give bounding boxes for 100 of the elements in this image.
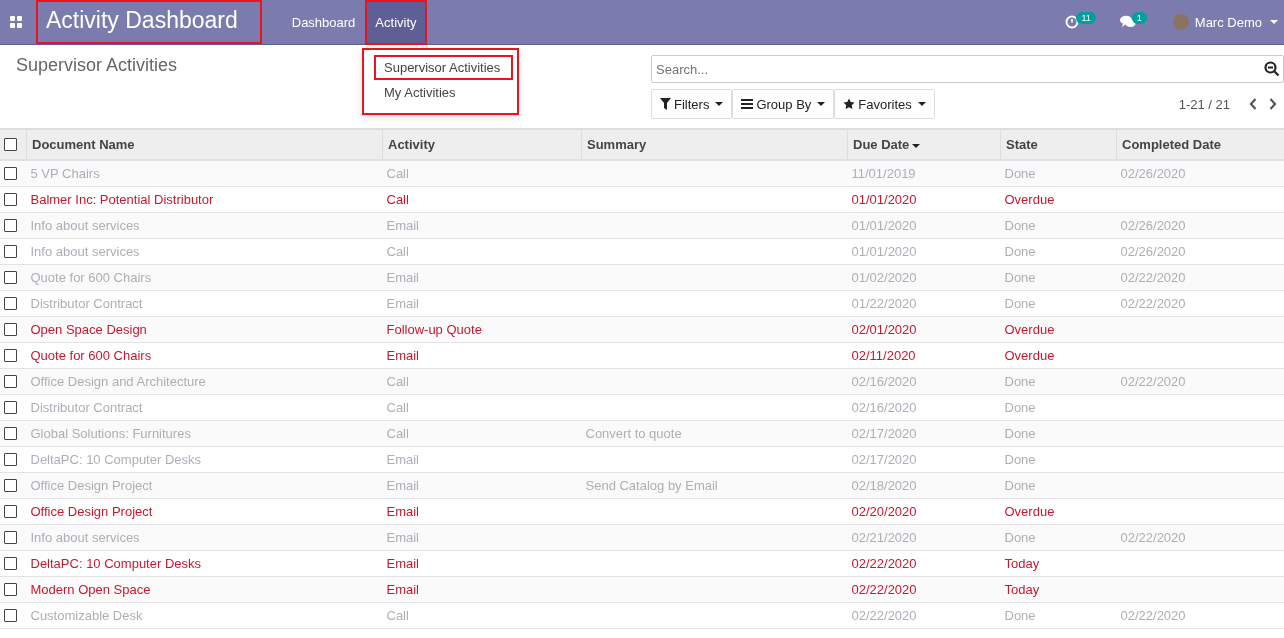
row-checkbox[interactable] xyxy=(4,349,17,362)
table-cell: Email xyxy=(386,530,419,545)
table-cell: 02/22/2020 xyxy=(851,556,917,571)
column-header[interactable]: Completed Date xyxy=(1116,130,1284,160)
toolbar-button[interactable]: Group By xyxy=(732,89,835,119)
table-cell: 02/26/2020 xyxy=(1120,218,1186,233)
table-cell: Overdue xyxy=(1004,348,1055,363)
column-header[interactable]: Due Date xyxy=(847,130,1001,160)
table-cell: Call xyxy=(386,400,409,415)
table-cell: 02/16/2020 xyxy=(851,374,917,389)
table-cell: Email xyxy=(386,348,419,363)
row-checkbox[interactable] xyxy=(4,557,17,570)
table-cell: Call xyxy=(386,426,409,441)
star-icon xyxy=(843,98,856,110)
table-cell: 02/17/2020 xyxy=(851,426,917,441)
dropdown-item[interactable]: My Activities xyxy=(374,80,513,105)
table-cell: Call xyxy=(386,244,409,259)
table-cell: Quote for 600 Chairs xyxy=(30,270,152,285)
table-cell: 02/16/2020 xyxy=(851,400,917,415)
table-cell: Done xyxy=(1004,426,1036,441)
previous-page-icon[interactable] xyxy=(1249,98,1257,110)
activity-count-badge: 11 xyxy=(1076,12,1096,24)
table-cell: Call xyxy=(386,166,409,181)
toolbar-button[interactable]: Favorites xyxy=(834,89,935,119)
table-cell: Done xyxy=(1004,166,1036,181)
table-cell: 02/22/2020 xyxy=(851,608,917,623)
pager-text: 1-21 / 21 xyxy=(1178,96,1230,112)
table-cell: Done xyxy=(1004,452,1036,467)
table-cell: 02/22/2020 xyxy=(851,582,917,597)
table-cell: 02/26/2020 xyxy=(1120,244,1186,259)
row-checkbox[interactable] xyxy=(4,245,17,258)
table-cell: Balmer Inc: Potential Distributor xyxy=(30,192,214,207)
clock-icon[interactable] xyxy=(1065,15,1080,29)
table-cell: Done xyxy=(1004,478,1036,493)
table-cell: Follow-up Quote xyxy=(386,322,482,337)
table-cell: Email xyxy=(386,478,419,493)
app-grid-icon[interactable] xyxy=(10,16,22,28)
row-checkbox[interactable] xyxy=(4,375,17,388)
table-cell: Send Catalog by Email xyxy=(585,478,718,493)
row-checkbox[interactable] xyxy=(4,453,17,466)
table-cell: Done xyxy=(1004,400,1036,415)
table-cell: Email xyxy=(386,218,419,233)
table-cell: Email xyxy=(386,452,419,467)
table-cell: Open Space Design xyxy=(30,322,147,337)
row-checkbox[interactable] xyxy=(4,323,17,336)
table-cell: 02/22/2020 xyxy=(1120,608,1186,623)
message-count-badge: 1 xyxy=(1131,12,1147,24)
column-header[interactable]: Summary xyxy=(581,130,848,160)
table-cell: Done xyxy=(1004,218,1036,233)
menu-item[interactable]: Dashboard xyxy=(281,0,366,45)
row-checkbox[interactable] xyxy=(4,531,17,544)
search-icon[interactable] xyxy=(1264,61,1280,77)
row-checkbox[interactable] xyxy=(4,297,17,310)
table-cell: Done xyxy=(1004,530,1036,545)
table-cell: 01/01/2020 xyxy=(851,218,917,233)
row-checkbox[interactable] xyxy=(4,401,17,414)
table-cell: 02/26/2020 xyxy=(1120,166,1186,181)
table-cell: DeltaPC: 10 Computer Desks xyxy=(30,556,201,571)
row-checkbox[interactable] xyxy=(4,479,17,492)
table-cell: Email xyxy=(386,556,419,571)
table-cell: Info about services xyxy=(30,530,140,545)
next-page-icon[interactable] xyxy=(1269,98,1277,110)
table-cell: 02/01/2020 xyxy=(851,322,917,337)
table-cell: 5 VP Chairs xyxy=(30,166,100,181)
column-header[interactable]: Activity xyxy=(382,130,582,160)
column-header[interactable]: State xyxy=(1000,130,1117,160)
dropdown-item[interactable]: Supervisor Activities xyxy=(374,55,513,80)
table-cell: Office Design Project xyxy=(30,504,153,519)
table-cell: 01/01/2020 xyxy=(851,192,917,207)
search-field[interactable]: Search... xyxy=(651,55,1284,83)
table-cell: Today xyxy=(1004,556,1040,571)
table-cell: Overdue xyxy=(1004,322,1055,337)
menu-item[interactable]: Activity xyxy=(365,0,427,45)
row-checkbox[interactable] xyxy=(4,427,17,440)
row-checkbox[interactable] xyxy=(4,583,17,596)
table-cell: Overdue xyxy=(1004,192,1055,207)
row-checkbox[interactable] xyxy=(4,167,17,180)
select-all-checkbox[interactable] xyxy=(4,138,17,151)
table-cell: Email xyxy=(386,504,419,519)
row-checkbox[interactable] xyxy=(4,609,17,622)
table-cell: Info about services xyxy=(30,244,140,259)
table-cell: Info about services xyxy=(30,218,140,233)
app-title: Activity Dashboard xyxy=(36,0,262,44)
table-cell: 02/18/2020 xyxy=(851,478,917,493)
row-checkbox[interactable] xyxy=(4,271,17,284)
table-cell: 01/22/2020 xyxy=(851,296,917,311)
table-cell: 01/01/2020 xyxy=(851,244,917,259)
table-cell: 02/21/2020 xyxy=(851,530,917,545)
chat-icon[interactable] xyxy=(1119,15,1136,29)
table-cell: Call xyxy=(386,192,409,207)
row-checkbox[interactable] xyxy=(4,505,17,518)
column-header[interactable]: Document Name xyxy=(26,130,383,160)
table-cell: Email xyxy=(386,582,419,597)
row-checkbox[interactable] xyxy=(4,219,17,232)
table-cell: 02/17/2020 xyxy=(851,452,917,467)
table-cell: Distributor Contract xyxy=(30,400,143,415)
user-menu[interactable]: Marc Demo xyxy=(1188,14,1284,30)
table-cell: Done xyxy=(1004,374,1036,389)
toolbar-button[interactable]: Filters xyxy=(651,89,733,119)
row-checkbox[interactable] xyxy=(4,193,17,206)
